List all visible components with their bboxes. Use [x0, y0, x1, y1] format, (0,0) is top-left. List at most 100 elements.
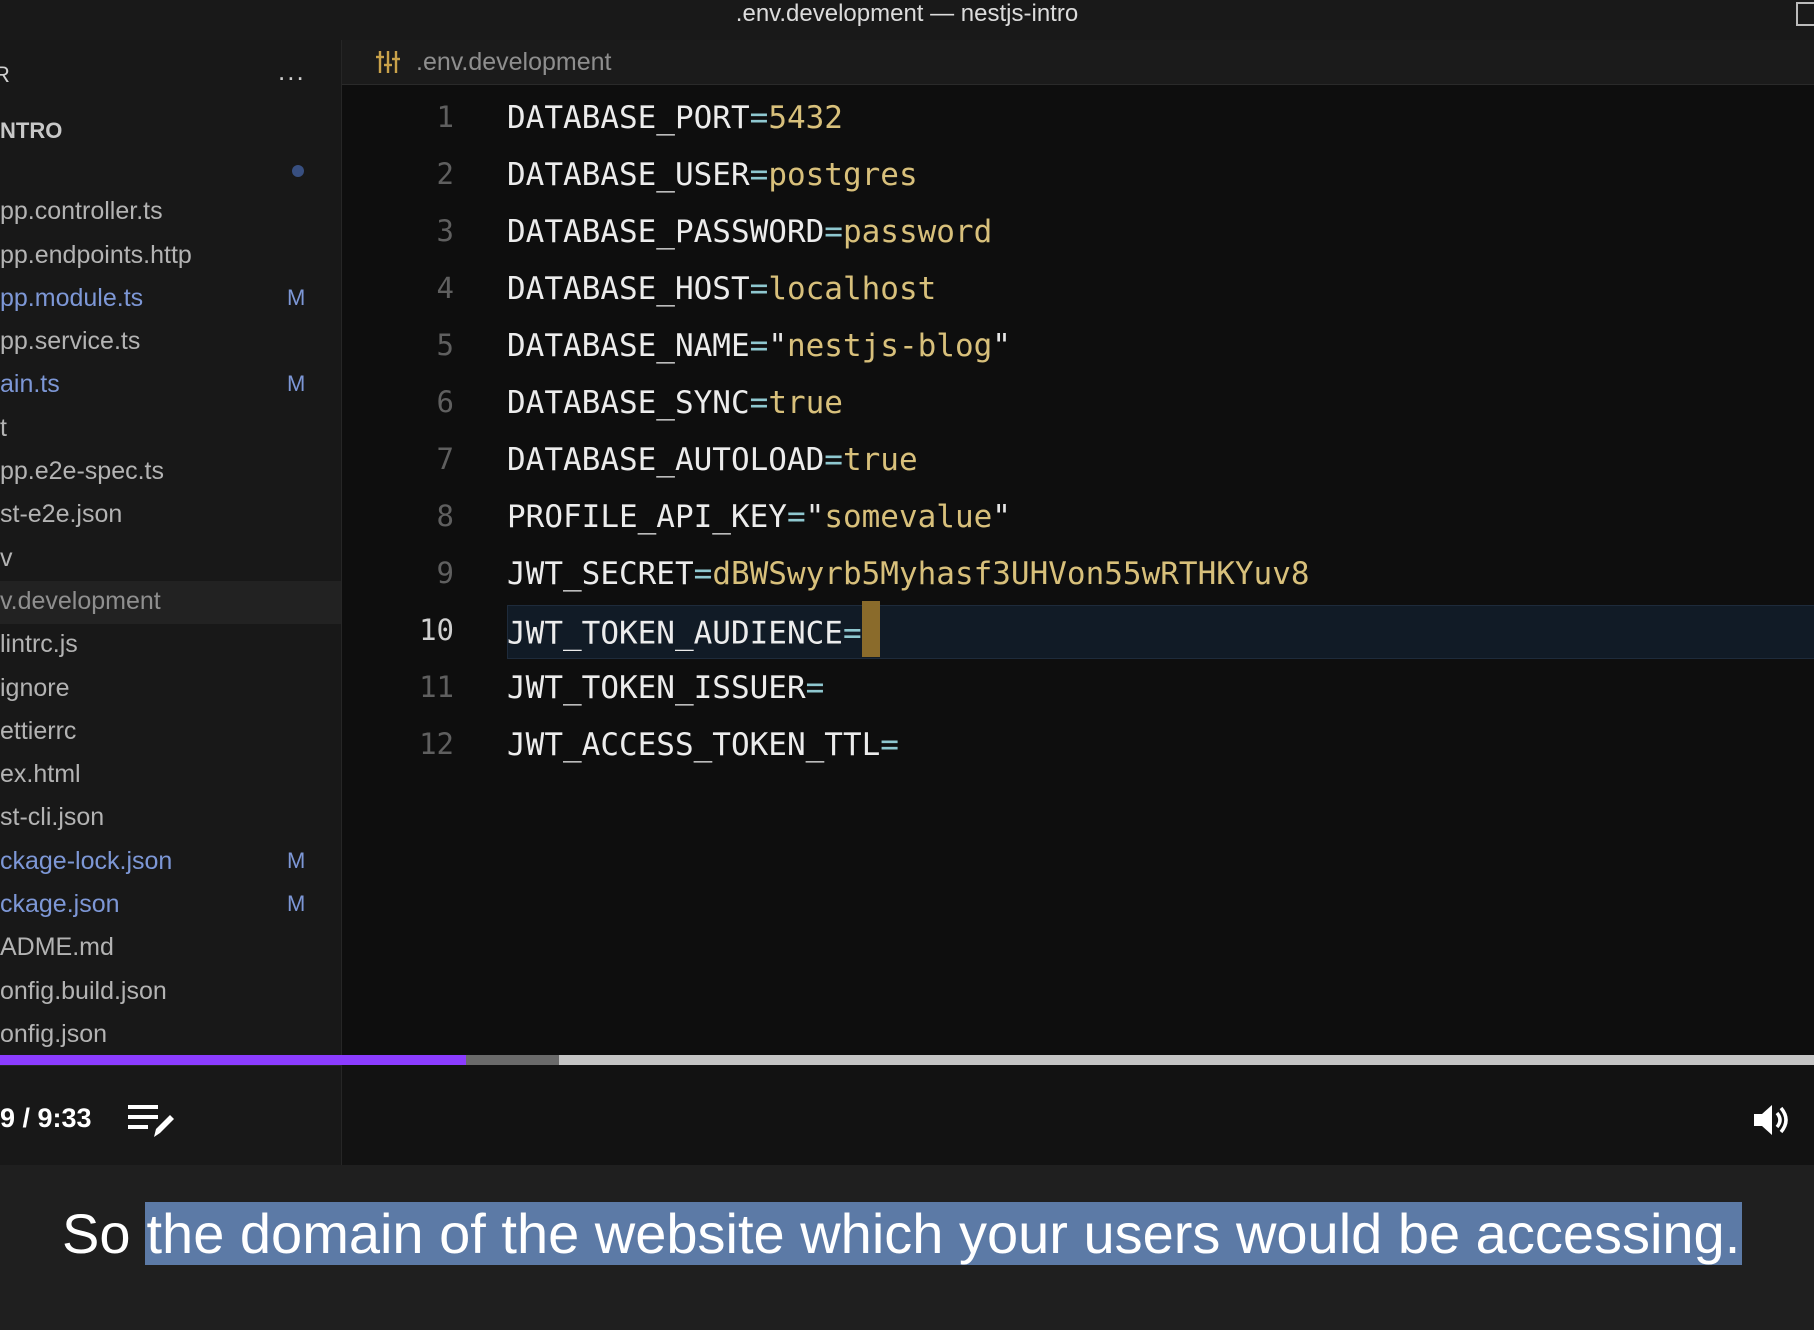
progress-buffered — [466, 1055, 559, 1065]
line-text: DATABASE_HOST=localhost — [507, 271, 936, 307]
time-display: 9 / 9:33 — [0, 1103, 92, 1133]
line-number: 11 — [419, 670, 454, 704]
line-text: DATABASE_SYNC=true — [507, 385, 843, 421]
code-line[interactable]: 7 DATABASE_AUTOLOAD=true — [342, 434, 1814, 491]
file-name: ckage-lock.json — [0, 846, 173, 875]
file-item[interactable]: ettierrc — [0, 711, 341, 754]
line-text: PROFILE_API_KEY="somevalue" — [507, 499, 1011, 535]
line-text: DATABASE_NAME="nestjs-blog" — [507, 328, 1011, 364]
file-name: v — [0, 543, 13, 572]
code-line[interactable]: 2 DATABASE_USER=postgres — [342, 149, 1814, 206]
env-value: true — [842, 442, 918, 478]
line-number: 12 — [419, 727, 454, 761]
file-name: ADME.md — [0, 933, 114, 962]
more-actions-button[interactable]: ... — [278, 56, 306, 87]
line-text: DATABASE_AUTOLOAD=true — [507, 442, 918, 478]
file-item[interactable]: v — [0, 538, 341, 581]
file-name: pp.module.ts — [0, 283, 144, 312]
file-item[interactable]: t — [0, 408, 341, 451]
code-line[interactable]: 12 JWT_ACCESS_TOKEN_TTL= — [342, 719, 1814, 776]
quote-mark: " — [805, 499, 825, 535]
progress-played — [0, 1055, 467, 1065]
file-item[interactable]: st-cli.json — [0, 797, 341, 840]
file-item[interactable]: onfig.json — [0, 1014, 341, 1057]
file-item[interactable]: lintrc.js — [0, 624, 341, 667]
line-number: 8 — [436, 499, 454, 533]
env-key: DATABASE_NAME — [507, 328, 750, 364]
line-number: 4 — [436, 271, 454, 305]
code-line[interactable]: 8 PROFILE_API_KEY="somevalue" — [342, 491, 1814, 548]
env-key: DATABASE_PORT — [507, 100, 750, 136]
equals-sign: = — [842, 615, 862, 652]
line-text: JWT_TOKEN_AUDIENCE= — [507, 601, 880, 657]
env-value: password — [842, 214, 993, 250]
code-line[interactable]: 1 DATABASE_PORT=5432 — [342, 92, 1814, 149]
caption-highlight: the domain of the website which your use… — [144, 1202, 1743, 1265]
file-item[interactable]: pp.controller.ts — [0, 191, 341, 234]
notes-edit-icon[interactable] — [128, 1101, 174, 1141]
quote-mark: " — [992, 499, 1011, 535]
env-key: DATABASE_USER — [507, 157, 750, 193]
line-number: 2 — [436, 157, 454, 191]
env-value: postgres — [768, 157, 918, 193]
env-key: DATABASE_HOST — [507, 271, 750, 307]
file-item[interactable]: ex.html — [0, 754, 341, 797]
code-line[interactable]: 9 JWT_SECRET=dBWSwyrb5Myhasf3UHVon55wRTHK… — [342, 548, 1814, 605]
git-modified-badge: M — [287, 371, 306, 397]
file-item[interactable]: st-e2e.json — [0, 494, 341, 537]
file-item[interactable]: pp.endpoints.http — [0, 235, 341, 278]
file-item[interactable]: ckage.json M — [0, 884, 341, 927]
file-name: t — [0, 413, 7, 442]
file-item[interactable]: pp.e2e-spec.ts — [0, 451, 341, 494]
line-number: 9 — [436, 556, 454, 590]
file-name: ckage.json — [0, 890, 120, 919]
file-item[interactable]: ignore — [0, 668, 341, 711]
file-name: pp.e2e-spec.ts — [0, 457, 164, 486]
unsaved-dot-icon — [292, 165, 304, 177]
code-area[interactable]: 1 DATABASE_PORT=5432 2 DATABASE_USER = postgr… — [342, 92, 1814, 776]
layout-toggle-icon[interactable] — [1796, 2, 1814, 26]
window-title: .env.development — nestjs-intro — [735, 0, 1079, 27]
explorer-sidebar: R ... NTRO pp.controller.ts pp.endpoints.… — [0, 40, 342, 1164]
file-item[interactable]: onfig.build.json — [0, 971, 341, 1014]
env-key: DATABASE_SYNC — [507, 385, 750, 421]
code-line[interactable]: 4 DATABASE_HOST=localhost — [342, 263, 1814, 320]
env-value: localhost — [768, 271, 937, 307]
line-number: 7 — [436, 442, 454, 476]
code-line[interactable]: 5 DATABASE_NAME="nestjs-blog" — [342, 320, 1814, 377]
caption-bar: So the domain of the website which your u… — [0, 1165, 1814, 1330]
volume-icon[interactable] — [1752, 1099, 1794, 1141]
code-line[interactable]: 6 DATABASE_SYNC=true — [342, 377, 1814, 434]
tab-env-development[interactable]: .env.development — [416, 48, 612, 77]
file-item[interactable]: ADME.md — [0, 927, 341, 970]
file-name: onfig.build.json — [0, 976, 167, 1005]
line-text: JWT_ACCESS_TOKEN_TTL= — [507, 727, 899, 763]
file-item[interactable]: pp.module.ts M — [0, 278, 341, 321]
file-item[interactable] — [0, 148, 341, 191]
line-text: JWT_TOKEN_ISSUER= — [507, 670, 824, 706]
file-item[interactable]: pp.service.ts — [0, 321, 341, 364]
caption-text: So the domain of the website which your u… — [62, 1195, 1743, 1273]
file-name: ain.ts — [0, 370, 60, 399]
file-item[interactable]: ain.ts M — [0, 364, 341, 407]
file-name: pp.service.ts — [0, 327, 141, 356]
equals-sign: = — [749, 385, 769, 421]
file-name: pp.endpoints.http — [0, 240, 192, 269]
code-line[interactable]: 10 JWT_TOKEN_AUDIENCE= — [342, 601, 1814, 662]
env-key: DATABASE_AUTOLOAD — [507, 442, 825, 478]
file-name: pp.controller.ts — [0, 197, 163, 226]
file-item[interactable]: ckage-lock.json M — [0, 841, 341, 884]
file-name: v.development — [0, 586, 161, 615]
video-progress-bar[interactable] — [0, 1055, 1814, 1065]
code-line[interactable]: 3 DATABASE_PASSWORD=password — [342, 206, 1814, 263]
env-key: PROFILE_API_KEY — [507, 499, 787, 535]
explorer-header: R ... — [0, 56, 341, 92]
project-folder-label[interactable]: NTRO — [0, 118, 62, 144]
equals-sign: = — [786, 499, 806, 535]
file-item[interactable]: v.development — [0, 580, 341, 625]
code-line[interactable]: 11 JWT_TOKEN_ISSUER= — [342, 662, 1814, 719]
equals-sign: = — [749, 328, 769, 364]
line-number: 10 — [419, 613, 454, 647]
file-list: pp.controller.ts pp.endpoints.http pp.modu… — [0, 148, 341, 1057]
equals-sign: = — [880, 727, 899, 763]
